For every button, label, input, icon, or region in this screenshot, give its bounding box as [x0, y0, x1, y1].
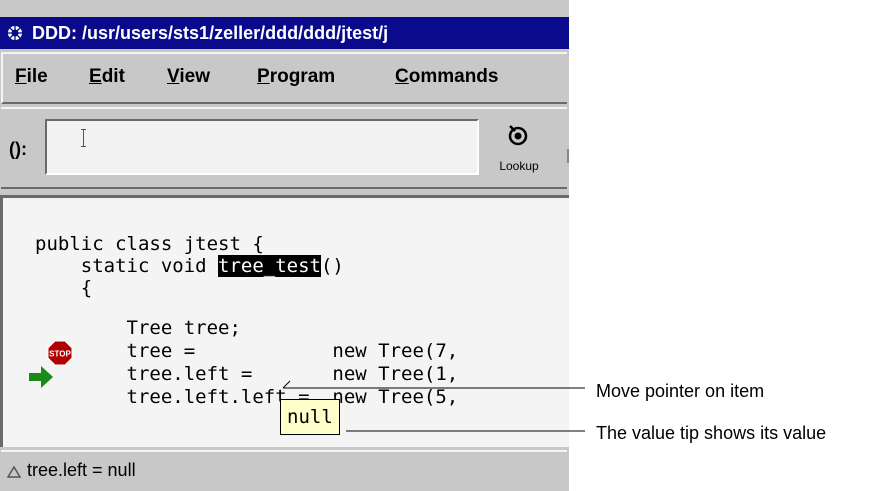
tip-annotation: The value tip shows its value [596, 423, 827, 443]
callout-lines [282, 380, 585, 432]
pointer-callout-line [282, 380, 291, 389]
pointer-annotation: Move pointer on item [596, 381, 765, 401]
